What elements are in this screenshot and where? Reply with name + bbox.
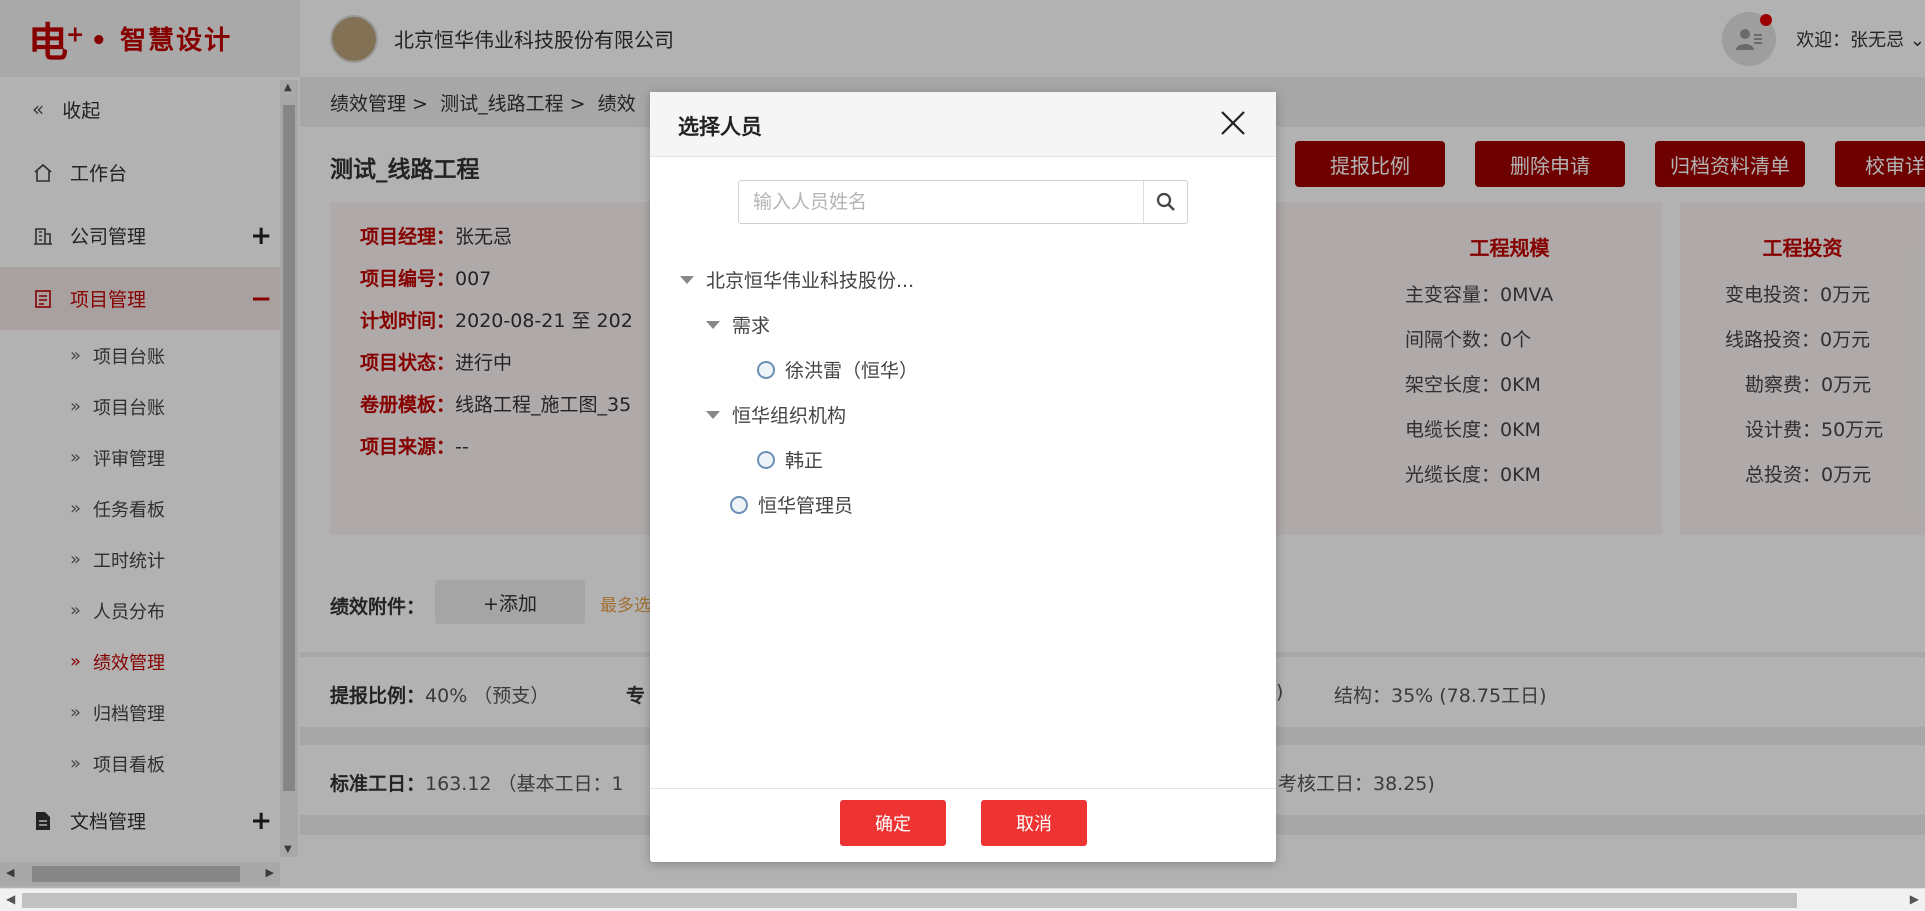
person-search	[738, 180, 1188, 224]
tree-node-label: 恒华组织机构	[732, 405, 847, 427]
tree-node-person[interactable]: 徐洪雷（恒华）	[757, 356, 918, 383]
tree-node-label: 徐洪雷（恒华）	[785, 360, 919, 382]
tree-node-person[interactable]: 韩正	[757, 446, 823, 473]
radio-button[interactable]	[757, 360, 775, 379]
page-hscrollbar[interactable]: ◀ ▶	[0, 888, 1925, 911]
confirm-button[interactable]: 确定	[840, 800, 946, 846]
tree-node-label: 恒华管理员	[758, 495, 854, 517]
radio-button[interactable]	[730, 495, 748, 514]
tree-node-group[interactable]: 需求	[706, 311, 770, 338]
dialog-header: 选择人员	[650, 92, 1276, 157]
search-icon[interactable]	[1143, 181, 1187, 223]
caret-down-icon[interactable]	[680, 275, 694, 284]
person-search-input[interactable]	[739, 182, 1143, 222]
scroll-left-icon[interactable]: ◀	[6, 892, 15, 906]
dialog-footer: 确定 取消	[650, 788, 1276, 862]
dialog-title: 选择人员	[678, 115, 762, 139]
tree-node-label: 需求	[732, 315, 771, 337]
tree-node-person[interactable]: 恒华管理员	[730, 491, 853, 518]
scrollbar-thumb[interactable]	[22, 893, 1797, 908]
tree-node-label: 韩正	[785, 450, 824, 472]
tree-node-label: 北京恒华伟业科技股份...	[706, 270, 915, 292]
caret-down-icon[interactable]	[706, 320, 720, 329]
close-icon[interactable]	[1220, 110, 1246, 136]
select-person-dialog: 选择人员 北京恒华伟业科技股份... 需求 徐洪雷（恒华） 恒华组织机构 韩正 …	[650, 92, 1276, 862]
tree-node-group[interactable]: 恒华组织机构	[706, 401, 846, 428]
radio-button[interactable]	[757, 450, 775, 469]
cancel-button[interactable]: 取消	[981, 800, 1087, 846]
scroll-right-icon[interactable]: ▶	[1910, 892, 1919, 906]
caret-down-icon[interactable]	[706, 410, 720, 419]
tree-node-root[interactable]: 北京恒华伟业科技股份...	[680, 266, 914, 293]
